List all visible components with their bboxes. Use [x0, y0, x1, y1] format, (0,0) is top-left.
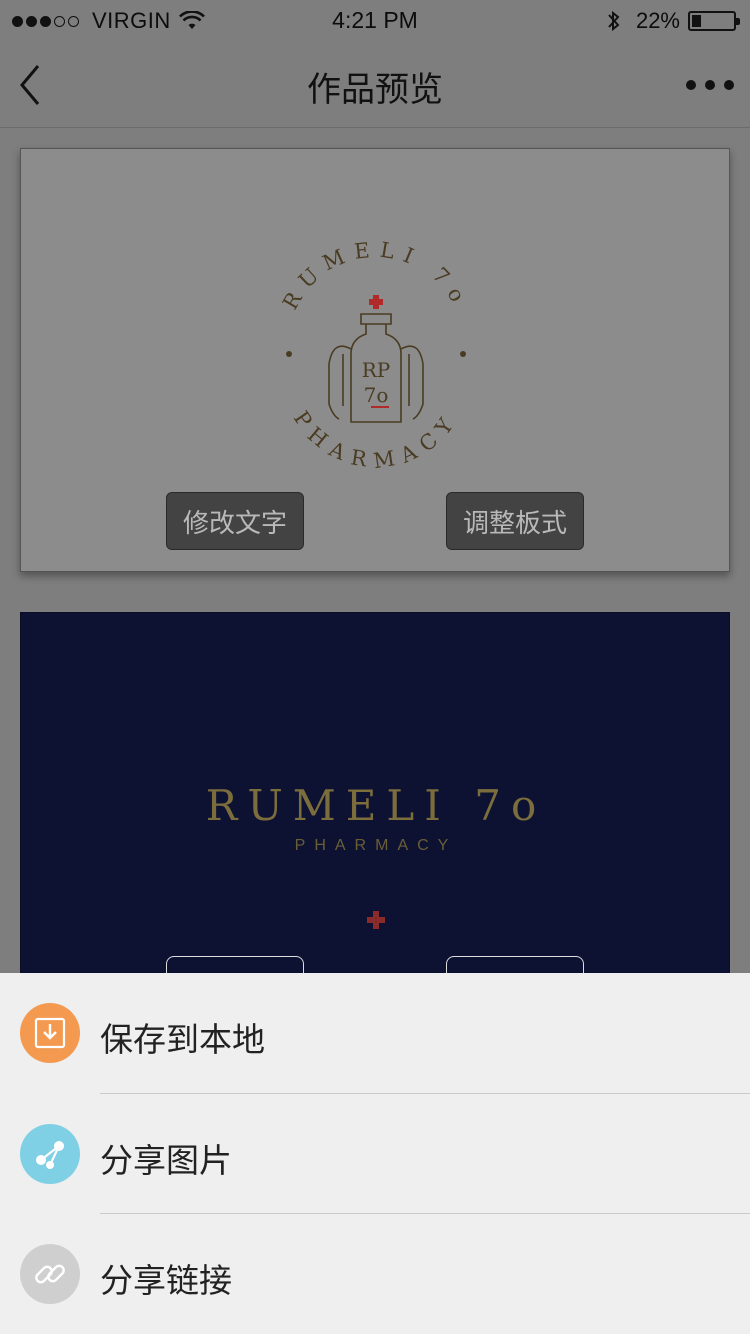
edit-text-button[interactable]: 修改文字: [166, 492, 304, 550]
red-cross-icon: [369, 295, 383, 309]
card-subtitle: PHARMACY: [294, 837, 458, 854]
preview-card-navy[interactable]: RUMELI 7o PHARMACY 修改文字 调整板式: [20, 612, 730, 1014]
preview-card-light[interactable]: RUMELI 7o PHARMACY RP 7o 修改文字 调整板式: [20, 148, 730, 572]
svg-text:PHARMACY: PHARMACY: [289, 407, 463, 473]
navigation-bar: 作品预览: [0, 40, 750, 128]
more-button[interactable]: [686, 70, 734, 100]
rumeli-pharmacy-emblem: RUMELI 7o PHARMACY RP 7o: [278, 237, 466, 473]
sheet-item-label: 分享图片: [100, 1141, 232, 1180]
status-right: 22%: [606, 8, 740, 34]
more-dot: [724, 80, 734, 90]
sheet-item-label: 分享链接: [100, 1261, 232, 1300]
adjust-layout-button[interactable]: 调整板式: [446, 492, 584, 550]
page-title: 作品预览: [307, 70, 443, 110]
share-icon: [20, 1124, 80, 1184]
save-to-local-item[interactable]: 保存到本地: [0, 973, 750, 1093]
red-cross-icon: [367, 911, 385, 929]
status-bar: VIRGIN 4:21 PM 22%: [0, 0, 750, 40]
battery-icon: [688, 11, 740, 31]
link-icon: [20, 1244, 80, 1304]
battery-percent: 22%: [635, 8, 680, 33]
emblem-ring-bottom-text: PHARMACY: [289, 407, 454, 473]
card-wordmark: RUMELI 7o: [205, 781, 547, 830]
sheet-item-label: 保存到本地: [100, 1020, 265, 1059]
download-icon: [20, 1003, 80, 1063]
emblem-badge-letters: RP: [362, 358, 391, 382]
more-dot: [705, 80, 715, 90]
more-dot: [686, 80, 696, 90]
emblem-badge-number: 7o: [364, 383, 389, 407]
bluetooth-icon: [608, 10, 620, 32]
action-sheet: 保存到本地 分享图片 分享链接: [0, 973, 750, 1334]
share-link-item[interactable]: 分享链接: [0, 1214, 750, 1334]
share-image-item[interactable]: 分享图片: [0, 1094, 750, 1214]
